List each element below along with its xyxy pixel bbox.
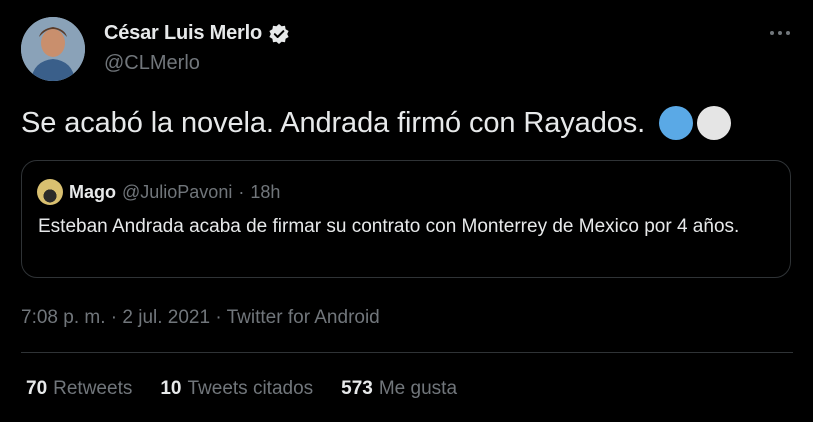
tweet-card: César Luis Merlo @CLMerlo Se acabó la no…: [0, 0, 813, 422]
profile-photo-icon: [21, 17, 85, 81]
retweets-count: 70: [26, 378, 48, 399]
more-options-icon[interactable]: [767, 20, 793, 46]
tweet-source-link[interactable]: Twitter for Android: [227, 307, 380, 328]
tweet-timestamp-link[interactable]: 7:08 p. m.: [21, 307, 106, 328]
quote-tweets-count: 10: [160, 378, 182, 399]
author-avatar[interactable]: [21, 17, 85, 81]
quoted-tweet-text: Esteban Andrada acaba de firmar su contr…: [38, 216, 740, 237]
likes-stat[interactable]: 573 Me gusta: [341, 378, 457, 400]
quoted-tweet-header: Mago @JulioPavoni · 18h: [37, 179, 280, 205]
white-circle-icon: [697, 106, 732, 140]
quote-tweets-label: Tweets citados: [187, 378, 314, 399]
quoted-author-name: Mago: [69, 181, 116, 202]
quoted-tweet[interactable]: Mago @JulioPavoni · 18h Esteban Andrada …: [21, 160, 791, 278]
tweet-stats: 70 Retweets 10 Tweets citados 573 Me gus…: [26, 378, 457, 400]
retweets-label: Retweets: [53, 378, 133, 399]
blue-circle-icon: [659, 106, 694, 140]
meta-separator: ·: [215, 307, 222, 328]
likes-label: Me gusta: [378, 378, 458, 399]
retweets-stat[interactable]: 70 Retweets: [26, 378, 132, 400]
tweet-metadata: 7:08 p. m. · 2 jul. 2021 · Twitter for A…: [21, 307, 380, 329]
author-name-row: César Luis Merlo: [104, 22, 290, 45]
tweet-date-link[interactable]: 2 jul. 2021: [122, 307, 210, 328]
author-handle[interactable]: @CLMerlo: [104, 52, 200, 75]
quote-tweets-stat[interactable]: 10 Tweets citados: [160, 378, 313, 400]
tweet-text: Se acabó la novela. Andrada firmó con Ra…: [21, 106, 646, 139]
verified-badge-icon: [268, 23, 290, 45]
quoted-author-handle: @JulioPavoni: [122, 181, 233, 202]
divider: [21, 352, 793, 353]
quoted-tweet-time: 18h: [250, 181, 281, 202]
meta-separator: ·: [110, 307, 118, 328]
author-name[interactable]: César Luis Merlo: [104, 22, 262, 45]
quoted-author-avatar: [37, 179, 63, 205]
likes-count: 573: [341, 378, 373, 399]
quoted-separator: ·: [238, 181, 245, 202]
tweet-body: Se acabó la novela. Andrada firmó con Ra…: [21, 106, 732, 140]
